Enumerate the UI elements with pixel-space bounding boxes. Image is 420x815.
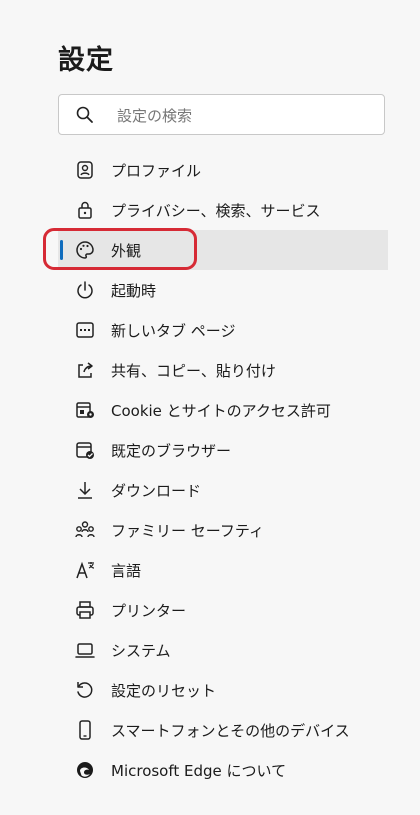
nav-item-label: 共有、コピー、貼り付け — [111, 361, 276, 380]
nav-item-label: プリンター — [111, 601, 187, 620]
printer-icon — [74, 599, 96, 621]
nav-item-label: プロファイル — [111, 161, 202, 180]
family-icon — [74, 519, 96, 541]
language-icon — [74, 559, 96, 581]
nav-item-profile[interactable]: プロファイル — [58, 150, 388, 190]
nav-item-family[interactable]: ファミリー セーフティ — [58, 510, 388, 550]
nav-item-label: 外観 — [111, 241, 142, 260]
nav-item-label: 起動時 — [111, 281, 157, 300]
download-icon — [74, 479, 96, 501]
nav-item-reset[interactable]: 設定のリセット — [58, 670, 388, 710]
search-input[interactable] — [115, 102, 369, 130]
nav-item-system[interactable]: システム — [58, 630, 388, 670]
new-tab-icon — [74, 319, 96, 341]
nav-item-share[interactable]: 共有、コピー、貼り付け — [58, 350, 388, 390]
nav-item-label: Cookie とサイトのアクセス許可 — [111, 401, 331, 420]
nav-item-printers[interactable]: プリンター — [58, 590, 388, 630]
nav-item-label: ファミリー セーフティ — [111, 521, 264, 540]
palette-icon — [74, 239, 96, 261]
active-indicator — [60, 240, 63, 260]
profile-icon — [74, 159, 96, 181]
nav-item-downloads[interactable]: ダウンロード — [58, 470, 388, 510]
nav-item-default-browser[interactable]: 既定のブラウザー — [58, 430, 388, 470]
nav-item-label: 新しいタブ ページ — [111, 321, 236, 340]
cookie-permissions-icon — [74, 399, 96, 421]
default-browser-icon — [74, 439, 96, 461]
nav-item-phone[interactable]: スマートフォンとその他のデバイス — [58, 710, 388, 750]
nav-item-label: ダウンロード — [111, 481, 202, 500]
nav-item-cookies[interactable]: Cookie とサイトのアクセス許可 — [58, 390, 388, 430]
search-box[interactable] — [58, 94, 385, 135]
nav-item-appearance[interactable]: 外観 — [58, 230, 388, 270]
nav-item-label: 設定のリセット — [111, 681, 217, 700]
nav-item-label: 既定のブラウザー — [111, 441, 232, 460]
reset-icon — [74, 679, 96, 701]
search-icon — [75, 105, 95, 125]
share-icon — [74, 359, 96, 381]
power-icon — [74, 279, 96, 301]
nav-item-new-tab[interactable]: 新しいタブ ページ — [58, 310, 388, 350]
nav-item-privacy[interactable]: プライバシー、検索、サービス — [58, 190, 388, 230]
settings-nav: プロファイル プライバシー、検索、サービス 外観 起動時 新しいタブ ページ 共… — [58, 150, 388, 790]
edge-logo-icon — [74, 759, 96, 781]
nav-item-label: 言語 — [111, 561, 142, 580]
page-title: 設定 — [58, 45, 114, 76]
nav-item-about[interactable]: Microsoft Edge について — [58, 750, 388, 790]
nav-item-label: プライバシー、検索、サービス — [111, 201, 321, 220]
nav-item-languages[interactable]: 言語 — [58, 550, 388, 590]
nav-item-startup[interactable]: 起動時 — [58, 270, 388, 310]
nav-item-label: システム — [111, 641, 171, 660]
nav-item-label: Microsoft Edge について — [111, 761, 287, 780]
phone-icon — [74, 719, 96, 741]
laptop-icon — [74, 639, 96, 661]
lock-icon — [74, 199, 96, 221]
nav-item-label: スマートフォンとその他のデバイス — [111, 721, 350, 740]
